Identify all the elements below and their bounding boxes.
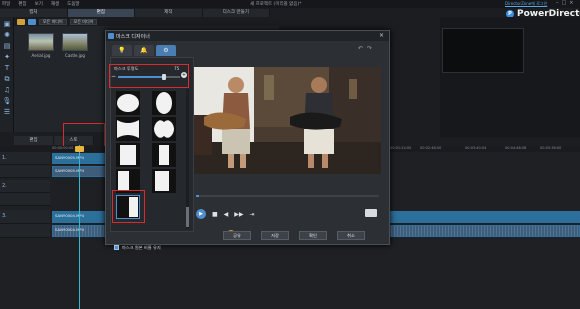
highlight-box-opacity xyxy=(109,64,189,88)
undo-redo: ↶ ↷ xyxy=(358,45,372,52)
save-button[interactable]: 저장 xyxy=(261,231,289,240)
dialog-title: 마스크 디자이너 xyxy=(116,34,150,40)
mask-ellipse[interactable] xyxy=(116,91,140,115)
mode-tabs: 캡처 편집 제작 디스크 만들기 xyxy=(0,9,270,17)
tab-capture[interactable]: 캡처 xyxy=(0,9,68,17)
mask-right-strip[interactable] xyxy=(152,169,176,193)
video-frame-image xyxy=(194,67,381,174)
menu-item-help[interactable]: 도움말 xyxy=(67,1,79,7)
playhead[interactable] xyxy=(79,145,80,309)
pip-room-icon[interactable]: ▤ xyxy=(2,42,12,50)
preview-seek-bar[interactable] xyxy=(196,195,379,197)
media-room-icon[interactable]: ▣ xyxy=(2,20,12,28)
close-button[interactable]: × xyxy=(569,0,573,6)
tab-mask-custom[interactable]: 🔔 xyxy=(134,45,154,56)
tab-edit-panel[interactable]: 편집 xyxy=(14,136,54,145)
tab-create-disc[interactable]: 디스크 만들기 xyxy=(202,9,270,17)
track-number: 1. xyxy=(2,155,7,161)
menu-item-edit[interactable]: 편집 xyxy=(18,1,26,7)
playhead-marker[interactable] xyxy=(75,146,84,152)
ruler-tick: 00:00:00:00 xyxy=(52,146,74,150)
menu-item-file[interactable]: 파일 xyxy=(2,1,10,7)
mask-list-scroll-thumb[interactable] xyxy=(186,207,189,227)
import-folder-icon[interactable] xyxy=(17,18,25,25)
library-toolbar: 모든 미디어 모든 미디어 xyxy=(14,17,279,26)
highlight-box-selected-mask xyxy=(112,190,145,223)
window-controls: – □ × xyxy=(556,0,573,6)
title-room-icon[interactable]: T xyxy=(2,64,12,72)
dialog-close-button[interactable]: × xyxy=(379,32,384,39)
maximize-button[interactable]: □ xyxy=(562,0,567,6)
menu-item-play[interactable]: 재생 xyxy=(51,1,59,7)
stop-button[interactable]: ■ xyxy=(212,211,218,218)
track-header[interactable] xyxy=(0,193,50,206)
ruler-tick: 00:01:24:00 xyxy=(390,146,412,150)
track-number: 3. xyxy=(2,213,7,219)
effect-room-icon[interactable]: ✺ xyxy=(2,31,12,39)
directorzone-login-link[interactable]: DirectorZone에 로그인 xyxy=(505,1,547,7)
dialog-app-icon xyxy=(108,33,114,39)
track-number: 2. xyxy=(2,183,7,189)
ruler-tick: 00:03:40:04 xyxy=(465,146,487,150)
ok-button[interactable]: 확인 xyxy=(299,231,327,240)
keep-mask-ratio-checkbox[interactable] xyxy=(114,245,119,250)
share-button[interactable]: 공유 xyxy=(223,231,251,240)
undo-icon[interactable]: ↶ xyxy=(358,45,363,52)
mask-center-bar[interactable] xyxy=(152,143,176,167)
track-header[interactable] xyxy=(0,165,50,178)
snapshot-camera-icon[interactable] xyxy=(365,209,377,217)
particle-room-icon[interactable]: ✦ xyxy=(2,53,12,61)
mask-cloud[interactable] xyxy=(152,117,176,141)
track-header[interactable] xyxy=(0,224,50,238)
preview-seek-fill xyxy=(196,195,199,197)
minimize-button[interactable]: – xyxy=(556,0,559,6)
library-thumbnail-castle[interactable] xyxy=(62,33,88,51)
voiceover-icon[interactable]: 🎙 xyxy=(2,97,12,105)
mask-designer-dialog: 마스크 디자이너 × 💡 🔔 ⚙ ↶ ↷ 마스크 투명도 75 − + 마스크 … xyxy=(105,30,390,250)
playback-controls: ▶ ■ ◀ ▶▶ ⇥ xyxy=(196,209,255,219)
next-frame-button[interactable]: ▶▶ xyxy=(234,211,243,218)
ruler-tick: 00:05:36:00 xyxy=(540,146,562,150)
go-to-end-button[interactable]: ⇥ xyxy=(250,211,255,218)
play-button[interactable]: ▶ xyxy=(196,209,206,219)
track-header[interactable]: 1. xyxy=(0,152,50,165)
track-header[interactable]: 2. xyxy=(0,180,50,193)
ruler-tick: 00:04:48:08 xyxy=(505,146,527,150)
transition-room-icon[interactable]: ⧉ xyxy=(2,75,12,83)
keep-mask-ratio-label: 마스크 원본 비율 유지 xyxy=(122,245,161,250)
tab-edit[interactable]: 편집 xyxy=(67,9,135,17)
preview-window xyxy=(442,28,524,73)
tab-mask-preset[interactable]: 💡 xyxy=(112,45,132,56)
highlight-box-mask-button xyxy=(63,123,105,147)
mask-vertical-bar[interactable] xyxy=(116,143,140,167)
tab-produce[interactable]: 제작 xyxy=(135,9,203,17)
chapter-room-icon[interactable]: ☰ xyxy=(2,108,12,116)
menu-item-view[interactable]: 보기 xyxy=(35,1,43,7)
mask-vertical-ellipse[interactable] xyxy=(152,91,176,115)
window-title: 새 프로젝트 (미리볼 없음)* xyxy=(250,2,302,7)
tab-mask-settings[interactable]: ⚙ xyxy=(156,45,176,56)
dialog-buttons: 공유 저장 확인 취소 xyxy=(223,231,365,240)
cancel-button[interactable]: 취소 xyxy=(337,231,365,240)
mask-preview-video xyxy=(194,67,381,174)
thumbnail-label: Aerial.jpg xyxy=(31,53,51,58)
room-toolbar: ▣ ✺ ▤ ✦ T ⧉ ♫ 🎙 ☰ xyxy=(0,17,14,132)
ruler-tick: 00:02:48:00 xyxy=(420,146,442,150)
media-filter-dropdown[interactable]: 모든 미디어 xyxy=(39,18,67,25)
media-sort-dropdown[interactable]: 모든 미디어 xyxy=(69,18,98,25)
menu-bar: 파일 편집 보기 재생 도움말 xyxy=(2,1,80,7)
track-header[interactable]: 3. xyxy=(0,210,50,224)
import-media-icon[interactable] xyxy=(28,18,36,25)
thumbnail-label: Castle.jpg xyxy=(65,53,85,58)
redo-icon[interactable]: ↷ xyxy=(367,45,372,52)
library-thumbnail-aerial[interactable] xyxy=(28,33,54,51)
dialog-tabs: 💡 🔔 ⚙ xyxy=(112,45,176,56)
previous-frame-button[interactable]: ◀ xyxy=(224,211,229,218)
mask-bowtie[interactable] xyxy=(116,117,140,141)
audio-mixing-icon[interactable]: ♫ xyxy=(2,86,12,94)
